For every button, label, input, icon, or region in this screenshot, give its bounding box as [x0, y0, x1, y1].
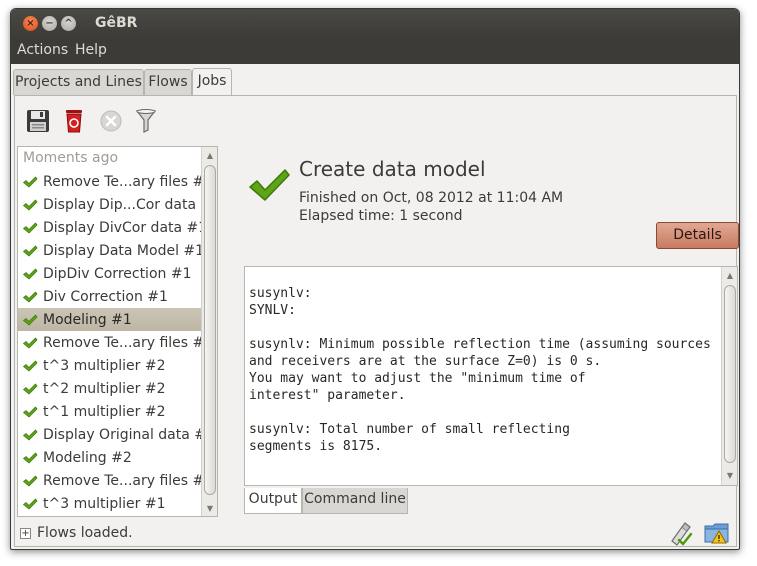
list-item-label: DipDiv Correction #1	[43, 265, 192, 282]
scroll-thumb[interactable]	[724, 285, 736, 463]
list-item-label: Display Original data #2	[43, 426, 215, 443]
scroll-up-arrow-icon[interactable]: ▲	[202, 149, 217, 163]
list-item[interactable]: t^3 multiplier #1	[18, 492, 217, 515]
job-output-text: susynlv: SYNLV: susynlv: Minimum possibl…	[249, 286, 711, 454]
details-button[interactable]: Details	[656, 222, 739, 249]
check-icon	[23, 199, 38, 210]
list-item-label: Div Correction #1	[43, 288, 168, 305]
list-item[interactable]: DipDiv Correction #1	[18, 262, 217, 285]
title-bar: × − ^ GêBR	[11, 9, 739, 38]
list-item-label: Remove Te...ary files #1	[43, 472, 214, 489]
jobs-page: Moments ago Remove Te...ary files #1 Disp…	[14, 95, 739, 547]
list-item[interactable]: Display Dip...Cor data #1	[18, 193, 217, 216]
list-item[interactable]: Remove Te...ary files #1	[18, 170, 217, 193]
check-icon	[23, 314, 38, 325]
list-item-label: Remove Te...ary files #2	[43, 334, 214, 351]
list-item-label: t^3 multiplier #1	[43, 495, 166, 512]
warning-folder-icon[interactable]	[704, 521, 730, 545]
job-finished-check-icon	[249, 169, 290, 201]
job-elapsed-time: Elapsed time: 1 second	[299, 208, 463, 224]
job-title: Create data model	[299, 157, 486, 181]
check-icon	[23, 429, 38, 440]
check-icon	[23, 245, 38, 256]
tab-command-line[interactable]: Command line	[302, 488, 408, 514]
list-item-label: Modeling #2	[43, 449, 132, 466]
scroll-up-arrow-icon[interactable]: ▲	[722, 269, 738, 283]
window-title: GêBR	[95, 15, 138, 31]
list-item[interactable]: Display Data Model #1	[18, 239, 217, 262]
delete-icon[interactable]	[61, 108, 87, 134]
check-icon	[23, 452, 38, 463]
tab-jobs[interactable]: Jobs	[192, 68, 232, 96]
check-icon	[23, 406, 38, 417]
list-item[interactable]: Modeling #1	[18, 308, 217, 331]
menu-actions[interactable]: Actions	[17, 42, 68, 58]
list-item-label: Modeling #1	[43, 311, 132, 328]
tab-output[interactable]: Output	[244, 488, 302, 514]
close-window-button[interactable]: ×	[23, 16, 38, 31]
expander-plus-icon[interactable]: +	[20, 528, 31, 539]
tab-flows[interactable]: Flows	[144, 69, 192, 95]
filter-icon[interactable]	[133, 108, 159, 134]
check-icon	[23, 176, 38, 187]
list-item-label: Remove Te...ary files #1	[43, 173, 214, 190]
minimize-window-button[interactable]: −	[42, 16, 57, 31]
list-item[interactable]: Display DivCor data #1	[18, 216, 217, 239]
list-item[interactable]: Remove Te...ary files #2	[18, 331, 217, 354]
output-scrollbar[interactable]: ▲ ▼	[721, 267, 737, 485]
check-icon	[23, 337, 38, 348]
check-icon	[23, 498, 38, 509]
list-item-label: t^2 multiplier #2	[43, 380, 166, 397]
list-item[interactable]: Display Original data #2	[18, 423, 217, 446]
list-item[interactable]: Modeling #2	[18, 446, 217, 469]
tab-projects-and-lines[interactable]: Projects and Lines	[13, 69, 144, 95]
scroll-down-arrow-icon[interactable]: ▼	[722, 469, 738, 483]
connection-status-icon[interactable]	[667, 521, 693, 547]
menu-help[interactable]: Help	[75, 42, 107, 58]
list-item[interactable]: t^1 multiplier #2	[18, 400, 217, 423]
app-window: × − ^ GêBR Actions Help Projects and Lin…	[10, 8, 740, 550]
list-item-label: Display DivCor data #1	[43, 219, 208, 236]
list-item[interactable]: Div Correction #1	[18, 285, 217, 308]
list-item[interactable]: Remove Te...ary files #1	[18, 469, 217, 492]
status-bar: + Flows loaded.	[11, 518, 739, 549]
list-item-label: t^1 multiplier #2	[43, 403, 166, 420]
save-icon[interactable]	[25, 108, 51, 134]
maximize-window-button[interactable]: ^	[61, 16, 76, 31]
list-item-label: Display Dip...Cor data #1	[43, 196, 218, 213]
check-icon	[23, 475, 38, 486]
group-header-moments-ago: Moments ago	[23, 150, 119, 166]
list-item-label: Display Data Model #1	[43, 242, 205, 259]
status-text: Flows loaded.	[37, 525, 133, 541]
jobs-list-scrollbar[interactable]: ▲ ▼	[201, 147, 217, 516]
check-icon	[23, 268, 38, 279]
list-item[interactable]: t^3 multiplier #2	[18, 354, 217, 377]
job-output-view[interactable]: susynlv: SYNLV: susynlv: Minimum possibl…	[244, 266, 738, 486]
check-icon	[23, 383, 38, 394]
list-item[interactable]: t^2 multiplier #2	[18, 377, 217, 400]
list-item-label: t^3 multiplier #2	[43, 357, 166, 374]
job-finished-time: Finished on Oct, 08 2012 at 11:04 AM	[299, 190, 564, 206]
jobs-list: Moments ago Remove Te...ary files #1 Disp…	[17, 146, 218, 517]
scroll-thumb[interactable]	[204, 165, 216, 495]
check-icon	[23, 360, 38, 371]
menu-bar: Actions Help	[11, 38, 739, 64]
check-icon	[23, 291, 38, 302]
cancel-icon[interactable]	[98, 108, 124, 134]
check-icon	[23, 222, 38, 233]
scroll-down-arrow-icon[interactable]: ▼	[202, 502, 217, 516]
